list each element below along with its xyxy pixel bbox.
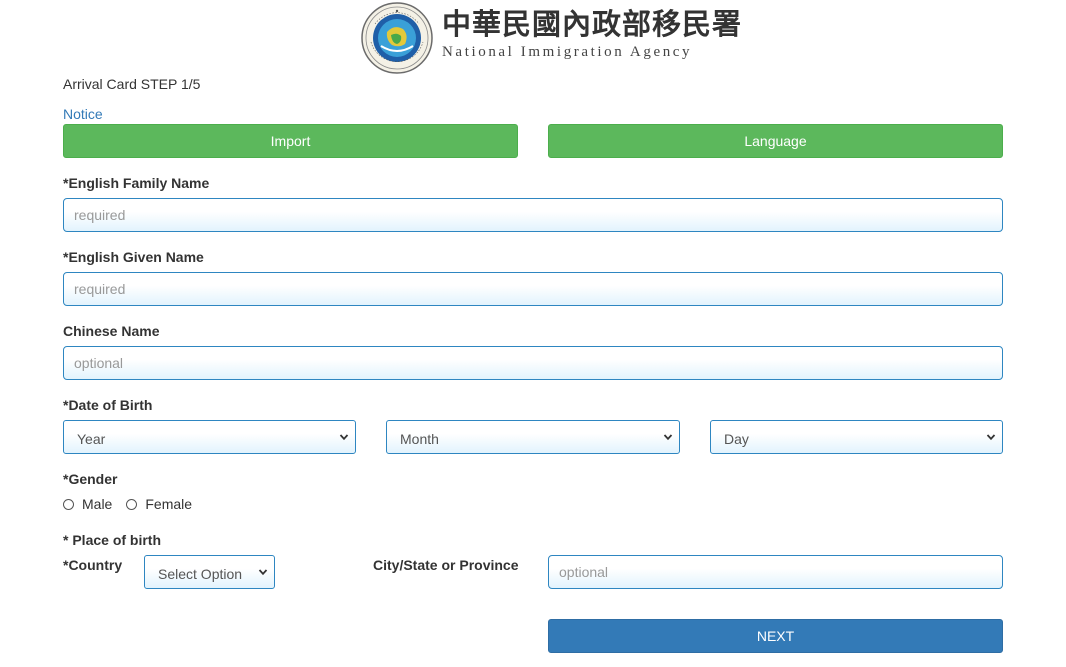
gender-female-radio[interactable]: [126, 498, 138, 510]
national-immigration-agency-seal-icon: [361, 2, 433, 74]
agency-title-chinese: 中華民國內政部移民署: [442, 7, 743, 41]
chinese-name-label: Chinese Name: [63, 323, 160, 339]
arrival-card-page: 中華民國內政部移民署 National Immigration Agency A…: [0, 0, 1066, 667]
chevron-down-icon: [663, 434, 673, 441]
birth-day-select[interactable]: Day: [710, 420, 1003, 454]
chevron-down-icon: [258, 569, 268, 576]
city-province-label: City/State or Province: [373, 557, 519, 573]
birth-month-select[interactable]: Month: [386, 420, 680, 454]
city-province-input[interactable]: optional: [548, 555, 1003, 589]
birth-year-value: Year: [77, 431, 106, 447]
next-button[interactable]: NEXT: [548, 619, 1003, 653]
agency-header: 中華民國內政部移民署 National Immigration Agency: [361, 2, 742, 74]
country-select[interactable]: Select Option: [144, 555, 275, 589]
gender-label: *Gender: [63, 471, 118, 487]
place-of-birth-label: * Place of birth: [63, 532, 162, 548]
family-name-label: *English Family Name: [63, 175, 210, 191]
given-name-label: *English Given Name: [63, 249, 204, 265]
chevron-down-icon: [339, 434, 349, 441]
birth-month-value: Month: [400, 431, 439, 447]
notice-link[interactable]: Notice: [63, 106, 103, 122]
gender-male-radio[interactable]: [63, 498, 74, 510]
country-select-value: Select Option: [158, 566, 243, 582]
birth-day-value: Day: [724, 431, 749, 447]
chevron-down-icon: [986, 434, 996, 441]
import-button[interactable]: Import: [63, 124, 518, 158]
family-name-input[interactable]: required: [63, 198, 1003, 232]
gender-male-label: Male: [82, 496, 113, 512]
gender-female-label: Female: [145, 496, 193, 512]
country-label: *Country: [63, 557, 123, 573]
agency-title-english: National Immigration Agency: [442, 44, 693, 60]
agency-brand: 中華民國內政部移民署 National Immigration Agency: [442, 6, 742, 61]
date-of-birth-label: *Date of Birth: [63, 397, 153, 413]
given-name-input[interactable]: required: [63, 272, 1003, 306]
step-title: Arrival Card STEP 1/5: [63, 76, 201, 92]
language-button[interactable]: Language: [548, 124, 1003, 158]
gender-radio-group: Male Female: [63, 496, 206, 512]
chinese-name-input[interactable]: optional: [63, 346, 1003, 380]
birth-year-select[interactable]: Year: [63, 420, 356, 454]
